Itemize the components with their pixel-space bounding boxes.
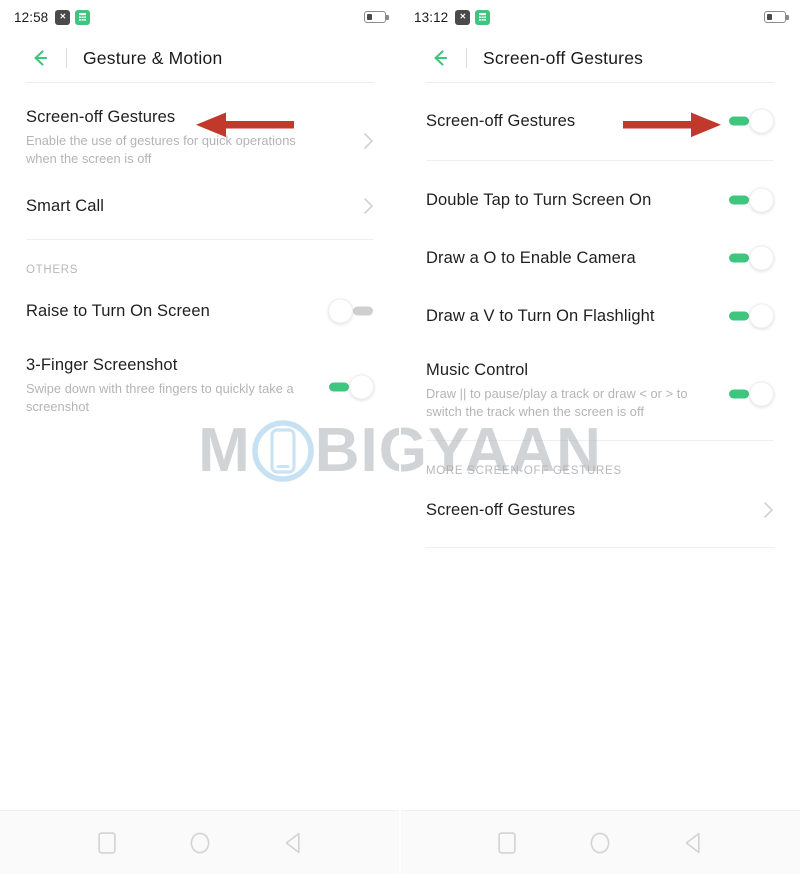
right-settings-list: Screen-off Gestures Double Tap to Turn S… xyxy=(400,82,800,548)
list-item-title: Smart Call xyxy=(26,196,105,215)
row-text: Screen-off Gestures xyxy=(426,499,749,521)
section-label-more-screen-off-gestures: MORE SCREEN-OFF GESTURES xyxy=(426,464,622,477)
left-phone-screen: 12:58 ✕ Gesture & Motion Screen-off Gest… xyxy=(0,0,400,874)
right-status-bar: 13:12 ✕ xyxy=(400,0,800,34)
list-item-more-screen-off-gestures[interactable]: Screen-off Gestures xyxy=(400,477,800,547)
toggle-raise-to-turn-on-screen[interactable] xyxy=(328,298,374,324)
list-item-title: Raise to Turn On Screen xyxy=(26,301,210,320)
section-rule xyxy=(426,546,774,548)
back-triangle-icon[interactable] xyxy=(680,830,706,856)
toggle-master-screen-off-gestures[interactable] xyxy=(728,108,774,134)
row-text: Raise to Turn On Screen xyxy=(26,300,314,322)
list-item-draw-v-flashlight[interactable]: Draw a V to Turn On Flashlight xyxy=(400,293,800,351)
row-text: Screen-off Gestures xyxy=(426,110,714,132)
list-item-master-screen-off-gestures[interactable]: Screen-off Gestures xyxy=(400,82,800,160)
toggle-draw-o-camera[interactable] xyxy=(728,245,774,271)
panel-divider xyxy=(399,0,401,874)
screenshot-root: 12:58 ✕ Gesture & Motion Screen-off Gest… xyxy=(0,0,800,874)
page-title: Gesture & Motion xyxy=(83,47,223,68)
status-icon-group: ✕ xyxy=(455,9,491,25)
recents-square-icon[interactable] xyxy=(494,830,520,856)
chevron-right-icon xyxy=(363,132,374,150)
list-item-title: Draw a O to Enable Camera xyxy=(426,248,636,267)
right-nav-group xyxy=(400,811,800,874)
list-item-title: Screen-off Gestures xyxy=(426,500,576,519)
toggle-3-finger-screenshot[interactable] xyxy=(328,374,374,400)
list-item-title: Draw a V to Turn On Flashlight xyxy=(426,306,655,325)
list-item-music-control[interactable]: Music Control Draw || to pause/play a tr… xyxy=(400,351,800,440)
list-item-3-finger-screenshot[interactable]: 3-Finger Screenshot Swipe down with thre… xyxy=(0,344,400,435)
title-separator xyxy=(466,48,467,68)
title-separator xyxy=(66,48,67,68)
right-phone-screen: 13:12 ✕ Screen-off Gestures Screen-off G… xyxy=(400,0,800,874)
row-text: Screen-off Gestures Enable the use of ge… xyxy=(26,106,349,169)
chevron-right-icon xyxy=(763,501,774,519)
list-item-title: Screen-off Gestures xyxy=(26,108,176,126)
list-item-subtitle: Enable the use of gestures for quick ope… xyxy=(26,133,296,167)
row-text: Draw a O to Enable Camera xyxy=(426,247,714,269)
home-circle-icon[interactable] xyxy=(187,830,213,856)
recents-square-icon[interactable] xyxy=(94,830,120,856)
close-badge-icon: ✕ xyxy=(55,9,71,25)
list-item-title: Double Tap to Turn Screen On xyxy=(426,190,652,209)
back-triangle-icon[interactable] xyxy=(280,830,306,856)
list-item-screen-off-gestures[interactable]: Screen-off Gestures Enable the use of ge… xyxy=(0,82,400,187)
list-item-title: Music Control xyxy=(426,361,529,379)
list-item-raise-to-turn-on-screen[interactable]: Raise to Turn On Screen xyxy=(0,276,400,344)
status-clock: 13:12 xyxy=(414,9,449,25)
left-status-bar: 12:58 ✕ xyxy=(0,0,400,34)
left-nav-group xyxy=(0,811,400,874)
row-text: Draw a V to Turn On Flashlight xyxy=(426,305,714,327)
left-settings-list: Screen-off Gestures Enable the use of ge… xyxy=(0,82,400,434)
section-label-others: OTHERS xyxy=(26,263,79,276)
right-title-bar: Screen-off Gestures xyxy=(400,34,800,82)
row-text: Double Tap to Turn Screen On xyxy=(426,189,714,211)
list-item-subtitle: Draw || to pause/play a track or draw < … xyxy=(426,386,688,420)
back-arrow-icon[interactable] xyxy=(426,45,452,71)
row-text: Smart Call xyxy=(26,195,349,217)
row-text: Music Control Draw || to pause/play a tr… xyxy=(426,359,714,422)
chevron-right-icon xyxy=(363,197,374,215)
battery-low-icon xyxy=(764,11,789,23)
list-item-subtitle: Swipe down with three fingers to quickly… xyxy=(26,381,294,415)
toggle-double-tap[interactable] xyxy=(728,187,774,213)
calculator-icon xyxy=(475,9,491,25)
calculator-icon xyxy=(75,9,91,25)
list-item-title: Screen-off Gestures xyxy=(426,111,576,130)
list-item-draw-o-camera[interactable]: Draw a O to Enable Camera xyxy=(400,235,800,293)
page-title: Screen-off Gestures xyxy=(483,47,644,68)
battery-low-icon xyxy=(364,11,389,23)
toggle-draw-v-flashlight[interactable] xyxy=(728,303,774,329)
row-text: 3-Finger Screenshot Swipe down with thre… xyxy=(26,354,314,417)
left-title-bar: Gesture & Motion xyxy=(0,34,400,82)
list-item-title: 3-Finger Screenshot xyxy=(26,355,178,374)
list-item-smart-call[interactable]: Smart Call xyxy=(0,187,400,239)
toggle-music-control[interactable] xyxy=(728,381,774,407)
status-clock: 12:58 xyxy=(14,9,49,25)
close-badge-icon: ✕ xyxy=(455,9,471,25)
home-circle-icon[interactable] xyxy=(587,830,613,856)
list-item-double-tap[interactable]: Double Tap to Turn Screen On xyxy=(400,161,800,235)
status-icon-group: ✕ xyxy=(55,9,91,25)
back-arrow-icon[interactable] xyxy=(26,45,52,71)
